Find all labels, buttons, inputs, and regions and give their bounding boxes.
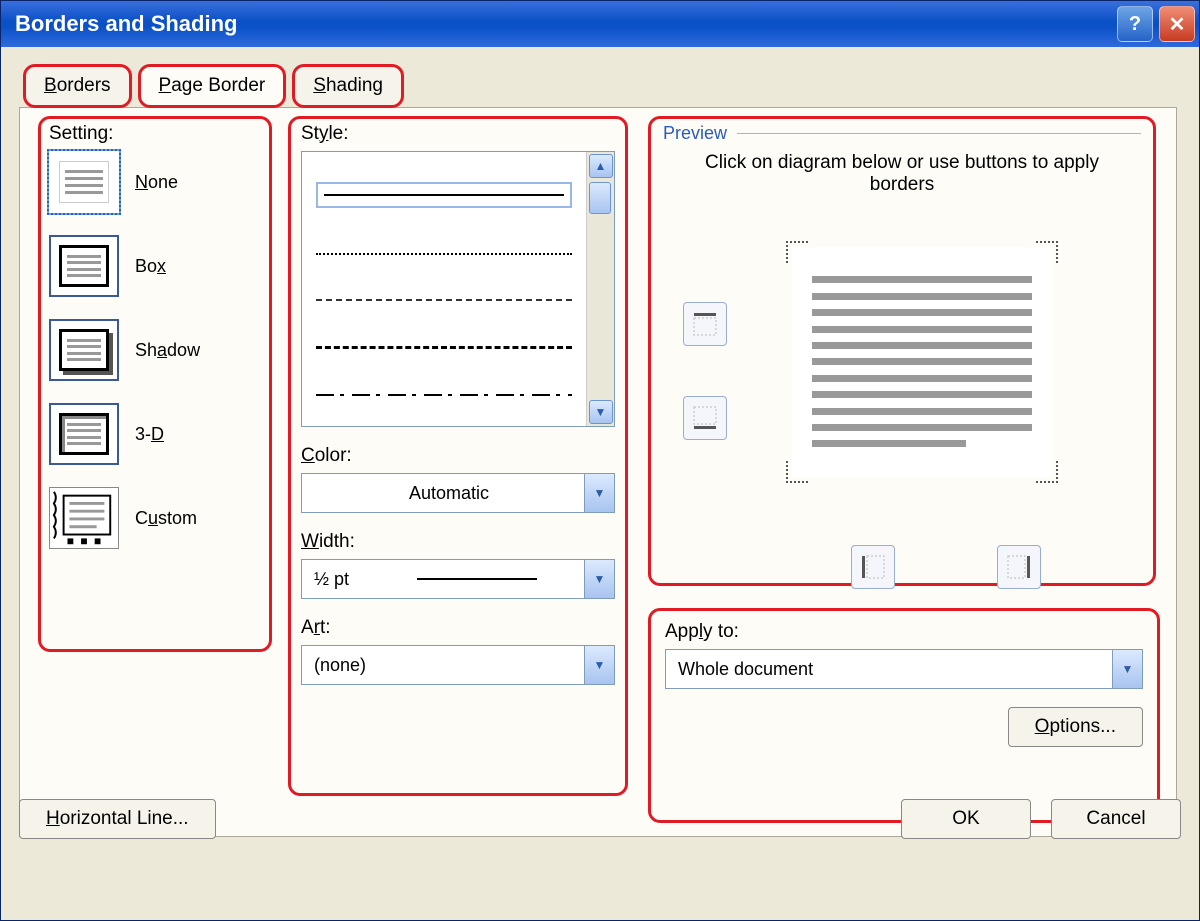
tab-panel: Setting: None Box Shadow 3-D: [19, 107, 1177, 837]
dropdown-arrow-icon: ▼: [584, 474, 614, 512]
setting-3d-icon: [49, 403, 119, 465]
preview-header: Preview: [663, 123, 1141, 144]
scroll-thumb[interactable]: [589, 182, 611, 214]
titlebar-buttons: ? ✕: [1117, 6, 1195, 42]
tab-page-border[interactable]: Page BorderPage Border: [138, 64, 287, 108]
setting-box-label: Box: [135, 256, 166, 277]
border-right-button[interactable]: [997, 545, 1041, 589]
border-top-button[interactable]: [683, 302, 727, 346]
preview-diagram[interactable]: [792, 247, 1052, 477]
options-button[interactable]: OOptions...ptions...: [1008, 707, 1143, 747]
preview-area: [663, 212, 1141, 512]
setting-shadow-icon: [49, 319, 119, 381]
setting-custom-label: Custom: [135, 508, 197, 529]
style-scrollbar[interactable]: ▲ ▼: [586, 152, 614, 426]
setting-none[interactable]: None: [49, 151, 261, 213]
setting-label: Setting:: [49, 123, 261, 145]
style-option-solid[interactable]: [324, 194, 564, 196]
dialog-window: Borders and Shading ? ✕ BBordersorders P…: [0, 0, 1200, 921]
color-value: Automatic: [314, 483, 584, 504]
tab-strip: BBordersorders Page BorderPage Border Sh…: [19, 63, 1181, 107]
setting-shadow-label: Shadow: [135, 340, 200, 361]
setting-custom-icon: [49, 487, 119, 549]
dropdown-arrow-icon: ▼: [584, 560, 614, 598]
window-title: Borders and Shading: [15, 11, 237, 37]
width-label: Width:: [301, 531, 615, 553]
setting-none-icon: [49, 151, 119, 213]
corner-mark-icon: [1036, 241, 1058, 263]
scroll-down-icon[interactable]: ▼: [589, 400, 613, 424]
dropdown-arrow-icon: ▼: [584, 646, 614, 684]
preview-label: Preview: [663, 123, 727, 144]
apply-to-dropdown[interactable]: Whole document ▼: [665, 649, 1143, 689]
corner-mark-icon: [786, 241, 808, 263]
style-option-dashed-fine[interactable]: [316, 299, 572, 301]
cancel-button[interactable]: Cancel: [1051, 799, 1181, 839]
ok-button[interactable]: OK: [901, 799, 1031, 839]
preview-hint: Click on diagram below or use buttons to…: [683, 152, 1121, 196]
style-option-dashdot[interactable]: [316, 394, 572, 396]
preview-section: Preview Click on diagram below or use bu…: [648, 116, 1156, 586]
setting-section: Setting: None Box Shadow 3-D: [38, 116, 272, 652]
art-dropdown[interactable]: (none) ▼: [301, 645, 615, 685]
color-dropdown[interactable]: Automatic ▼: [301, 473, 615, 513]
style-label: Style:: [301, 123, 615, 145]
help-button[interactable]: ?: [1117, 6, 1153, 42]
style-option-dashed[interactable]: [316, 346, 572, 349]
close-button[interactable]: ✕: [1159, 6, 1195, 42]
border-left-button[interactable]: [851, 545, 895, 589]
width-dropdown[interactable]: ½ pt ▼: [301, 559, 615, 599]
corner-mark-icon: [1036, 461, 1058, 483]
setting-3d-label: 3-D: [135, 424, 164, 445]
setting-shadow[interactable]: Shadow: [49, 319, 261, 381]
dialog-content: BBordersorders Page BorderPage Border Sh…: [1, 47, 1199, 853]
title-bar: Borders and Shading ? ✕: [1, 1, 1199, 47]
color-label: Color:: [301, 445, 615, 467]
tab-shading[interactable]: ShadingShading: [292, 64, 404, 108]
setting-3d[interactable]: 3-D: [49, 403, 261, 465]
art-value: (none): [314, 655, 366, 676]
art-label: Art:: [301, 617, 615, 639]
width-preview-line: [417, 578, 537, 580]
apply-to-value: Whole document: [678, 659, 813, 680]
style-option-dotted[interactable]: [316, 253, 572, 255]
apply-to-section: Apply to: Whole document ▼ OOptions...pt…: [648, 608, 1160, 823]
style-listbox[interactable]: ▲ ▼: [301, 151, 615, 427]
dropdown-arrow-icon: ▼: [1112, 650, 1142, 688]
tab-borders[interactable]: BBordersorders: [23, 64, 132, 108]
setting-custom[interactable]: Custom: [49, 487, 261, 549]
setting-none-label: None: [135, 172, 178, 193]
width-value: ½ pt: [314, 569, 349, 590]
border-bottom-button[interactable]: [683, 396, 727, 440]
setting-box-icon: [49, 235, 119, 297]
scroll-up-icon[interactable]: ▲: [589, 154, 613, 178]
setting-box[interactable]: Box: [49, 235, 261, 297]
apply-to-label: Apply to:: [665, 621, 1143, 643]
style-section: Style: ▲ ▼ Color:: [288, 116, 628, 796]
horizontal-line-button[interactable]: Horizontal Line...Horizontal Line...: [19, 799, 216, 839]
corner-mark-icon: [786, 461, 808, 483]
style-rows: [302, 152, 586, 426]
dialog-button-row: Horizontal Line...Horizontal Line... OK …: [19, 799, 1181, 839]
